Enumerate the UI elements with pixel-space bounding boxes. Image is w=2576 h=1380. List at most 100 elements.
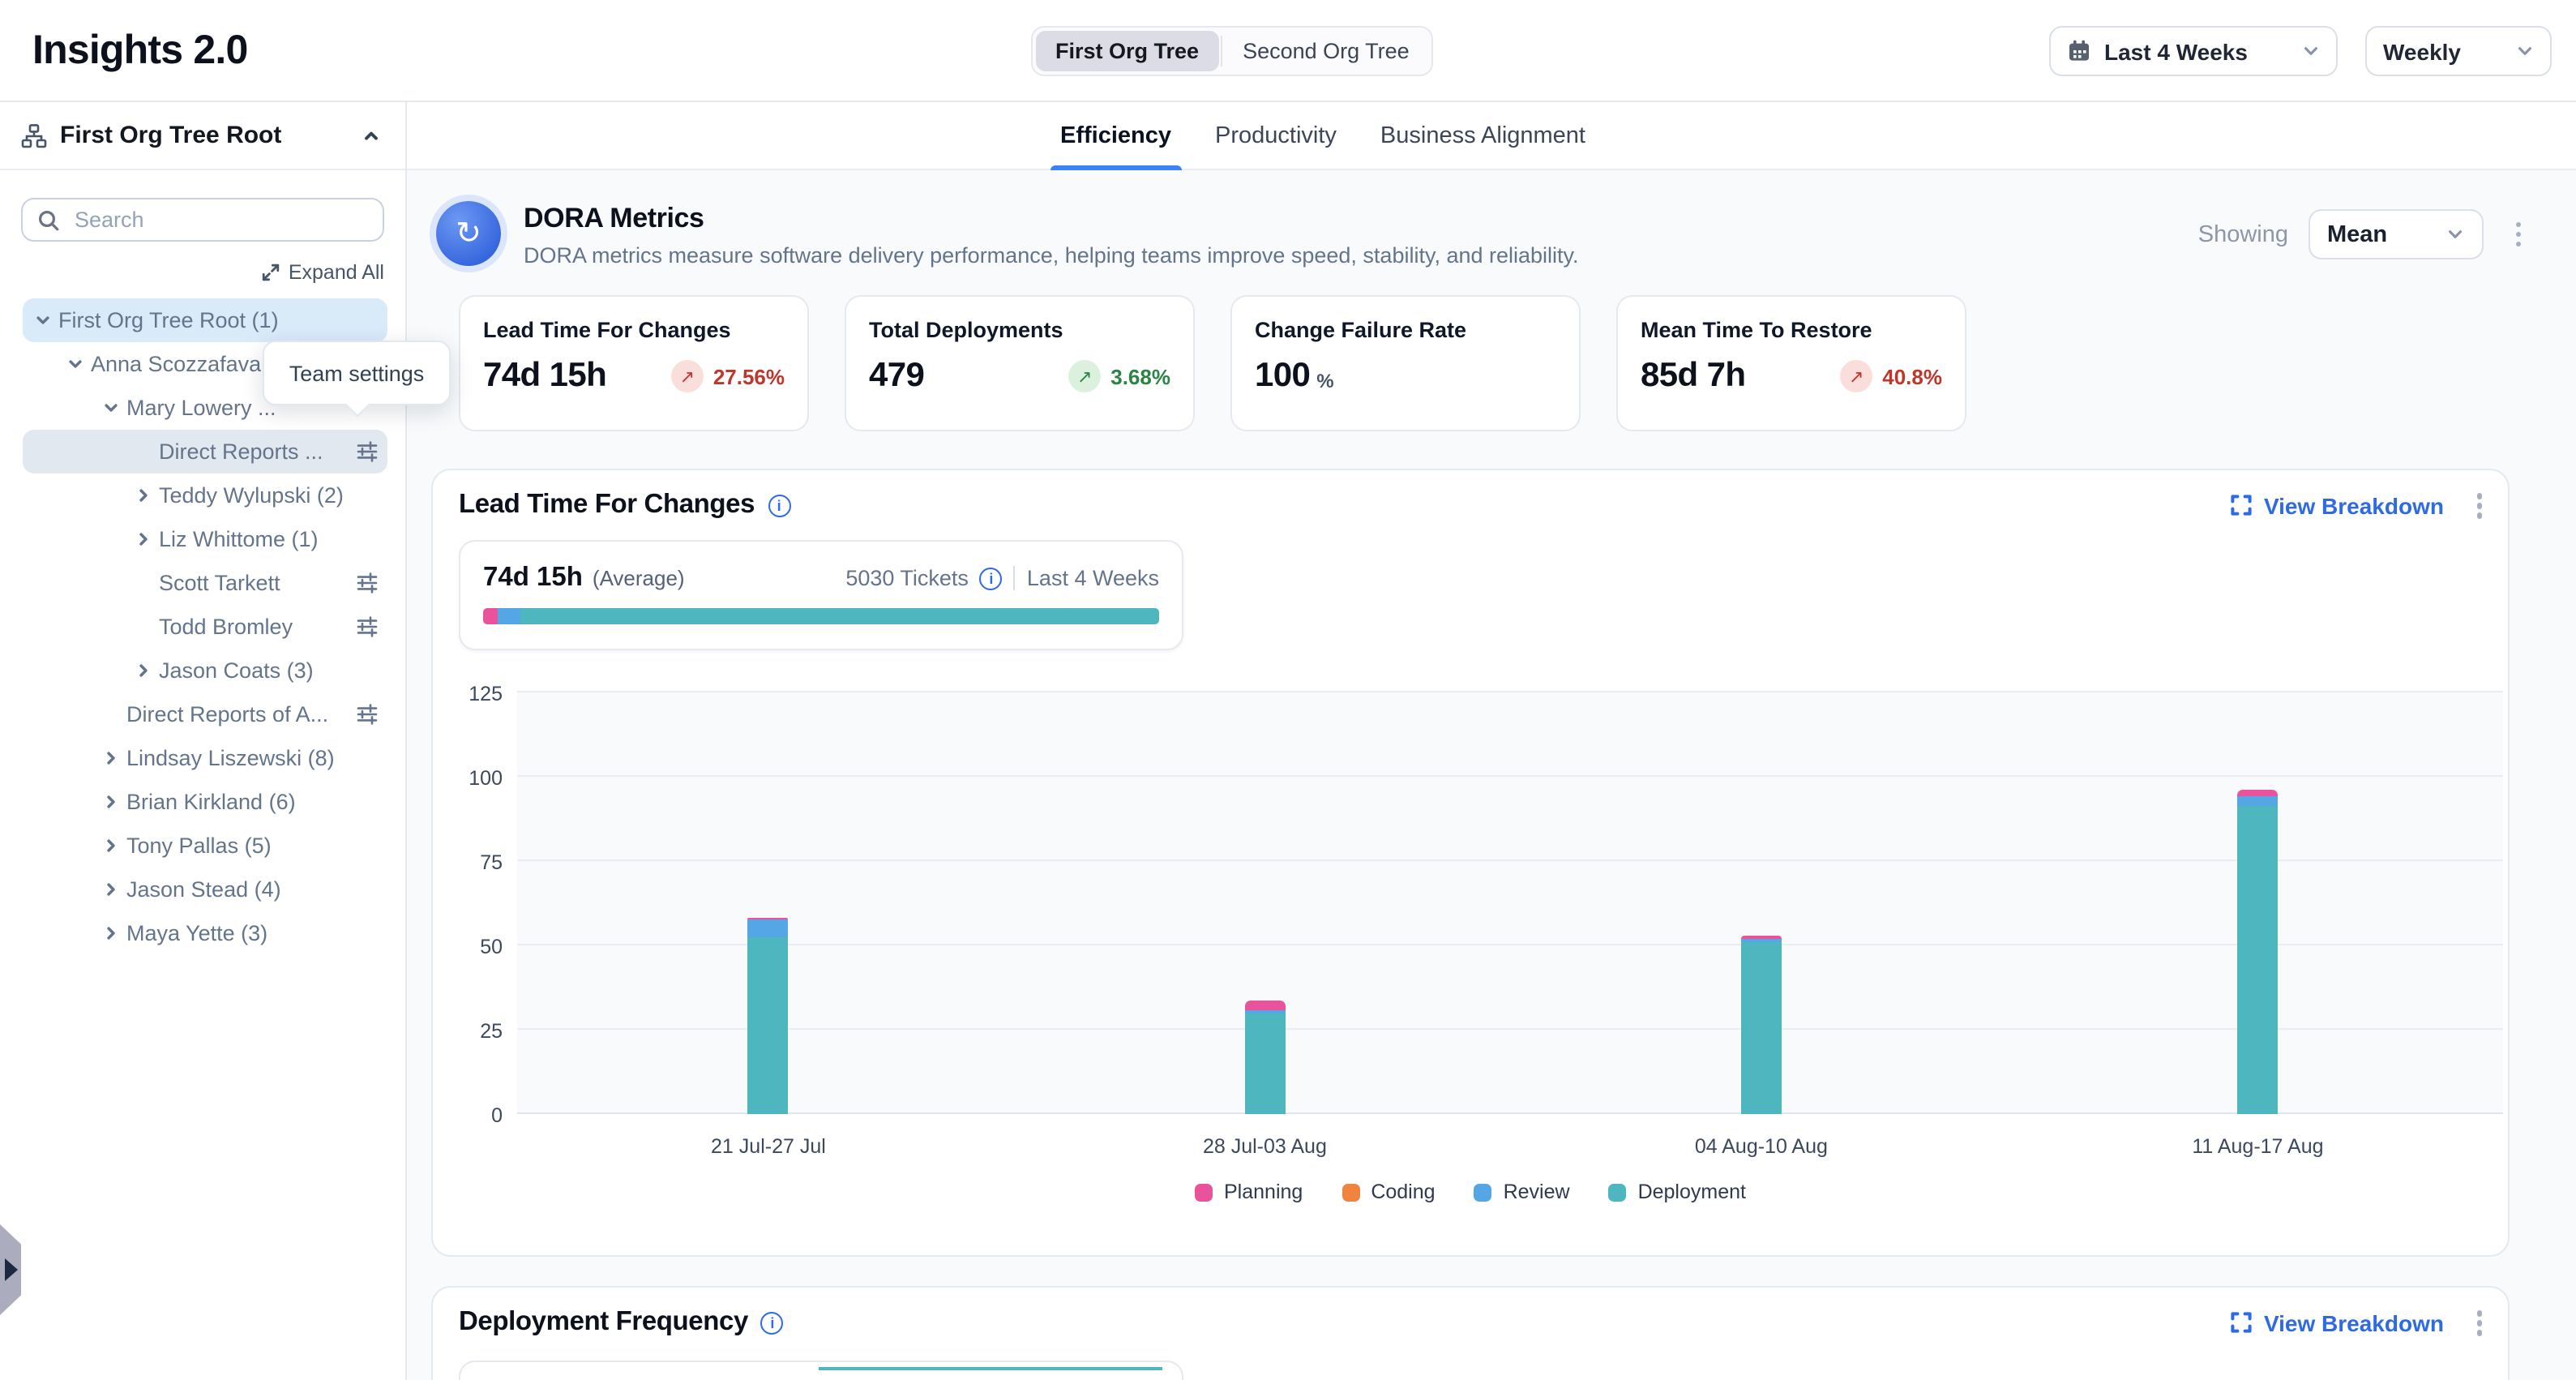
tree-item-scott-tarkett[interactable]: Scott Tarkett	[23, 561, 387, 605]
metric-unit: %	[1316, 369, 1333, 392]
showing-select-value: Mean	[2327, 221, 2387, 247]
tab-efficiency[interactable]: Efficiency	[1060, 102, 1171, 170]
showing-select[interactable]: Mean	[2308, 209, 2483, 259]
chevron-right-icon[interactable]	[94, 837, 126, 855]
legend-item-planning[interactable]: Planning	[1195, 1181, 1303, 1203]
metric-title: Lead Time For Changes	[483, 318, 785, 342]
team-settings-icon[interactable]	[357, 572, 378, 594]
tree-item-liz-whittome-1[interactable]: Liz Whittome (1)	[23, 517, 387, 561]
chevron-right-icon[interactable]	[126, 662, 159, 679]
tabs: Efficiency Productivity Business Alignment	[1060, 102, 1585, 170]
team-settings-icon[interactable]	[357, 616, 378, 637]
team-settings-tooltip: Team settings	[263, 341, 451, 405]
chevron-right-icon[interactable]	[94, 924, 126, 942]
chevron-down-icon[interactable]	[58, 355, 91, 373]
gridline	[517, 944, 2503, 945]
team-settings-icon[interactable]	[357, 441, 378, 462]
granularity-select[interactable]: Weekly	[2365, 26, 2552, 76]
legend-item-review[interactable]: Review	[1474, 1181, 1570, 1203]
bar-28-jul-03-aug[interactable]	[1244, 1000, 1285, 1114]
lead-time-kebab-menu[interactable]	[2470, 486, 2488, 525]
chevron-right-icon[interactable]	[94, 881, 126, 898]
bar-21-jul-27-jul[interactable]	[748, 918, 789, 1114]
metric-value: 479	[869, 357, 924, 396]
bar-04-aug-10-aug[interactable]	[1741, 936, 1782, 1114]
gridline	[517, 1112, 2503, 1114]
tab-productivity[interactable]: Productivity	[1215, 102, 1337, 170]
y-axis-tick: 0	[454, 1104, 503, 1127]
sidebar-collapse-button[interactable]	[358, 122, 384, 148]
tree-item-lindsay-liszewski-8[interactable]: Lindsay Liszewski (8)	[23, 736, 387, 780]
metric-value: 74d 15h	[483, 357, 606, 396]
tree-item-todd-bromley[interactable]: Todd Bromley	[23, 605, 387, 649]
dora-cycle-icon: ↻	[436, 201, 501, 266]
breakdown-corners-icon	[2232, 495, 2253, 516]
expand-all-link[interactable]: Expand All	[261, 261, 384, 284]
chevron-right-icon[interactable]	[94, 749, 126, 767]
tree-item-teddy-wylupski-2[interactable]: Teddy Wylupski (2)	[23, 474, 387, 517]
team-settings-icon[interactable]	[357, 704, 378, 725]
info-icon[interactable]: i	[768, 495, 790, 517]
search-input[interactable]	[71, 206, 368, 234]
org-tree-tab-second[interactable]: Second Org Tree	[1223, 31, 1429, 71]
legend-swatch	[1474, 1183, 1492, 1201]
y-axis-tick: 25	[454, 1020, 503, 1043]
trend-up-icon: ↗	[1840, 360, 1872, 392]
average-label: (Average)	[593, 566, 685, 590]
legend-label: Coding	[1371, 1181, 1435, 1203]
tree-item-tony-pallas-5[interactable]: Tony Pallas (5)	[23, 824, 387, 868]
tree-item-first-org-tree-root-1[interactable]: First Org Tree Root (1)	[23, 298, 387, 342]
bar-segment-review	[2237, 797, 2278, 805]
metric-card-lead-time-for-changes: Lead Time For Changes74d 15h↗27.56%	[459, 295, 809, 431]
main-content: Efficiency Productivity Business Alignment…	[407, 102, 2576, 1380]
chevron-right-icon[interactable]	[126, 530, 159, 548]
period-select[interactable]: Last 4 Weeks	[2049, 26, 2338, 76]
bar-segment-deployment	[1244, 1013, 1285, 1114]
legend-label: Planning	[1224, 1181, 1303, 1203]
tab-business-alignment[interactable]: Business Alignment	[1380, 102, 1585, 170]
x-axis-label: 21 Jul-27 Jul	[711, 1135, 826, 1158]
view-breakdown-label: View Breakdown	[2264, 493, 2444, 519]
chevron-right-icon[interactable]	[94, 793, 126, 811]
tree-item-direct-reports[interactable]: Direct Reports ...	[23, 430, 387, 474]
view-breakdown-link[interactable]: View Breakdown	[2232, 1310, 2444, 1336]
legend-item-deployment[interactable]: Deployment	[1609, 1181, 1746, 1203]
tree-item-jason-stead-4[interactable]: Jason Stead (4)	[23, 868, 387, 911]
tree-item-label: Brian Kirkland (6)	[126, 790, 296, 814]
deployment-frequency-title: Deployment Frequency	[459, 1308, 748, 1339]
deployment-kebab-menu[interactable]	[2470, 1304, 2488, 1342]
sidebar-title: First Org Tree Root	[60, 122, 345, 149]
metric-delta-badge: ↗3.68%	[1068, 360, 1170, 392]
average-summary-card: 74d 15h (Average) 5030 Tickets i Last 4 …	[459, 540, 1183, 650]
app-title: Insights 2.0	[32, 28, 248, 75]
view-breakdown-link[interactable]: View Breakdown	[2232, 493, 2444, 519]
progress-segment-review	[498, 608, 520, 624]
tree-item-label: Maya Yette (3)	[126, 921, 267, 945]
tree-item-jason-coats-3[interactable]: Jason Coats (3)	[23, 649, 387, 692]
period-select-value: Last 4 Weeks	[2104, 38, 2248, 64]
chevron-down-icon[interactable]	[26, 311, 58, 329]
tree-item-brian-kirkland-6[interactable]: Brian Kirkland (6)	[23, 780, 387, 824]
search-box	[21, 198, 384, 242]
tree-item-label: Liz Whittome (1)	[159, 527, 319, 551]
breakdown-corners-icon	[2232, 1313, 2253, 1334]
tree-item-label: Todd Bromley	[159, 615, 293, 639]
org-tree-tab-first[interactable]: First Org Tree	[1036, 31, 1218, 71]
chevron-down-icon[interactable]	[94, 399, 126, 417]
tree-item-maya-yette-3[interactable]: Maya Yette (3)	[23, 911, 387, 955]
dora-subtitle: DORA metrics measure software delivery p…	[524, 243, 1579, 268]
tree-item-label: Anna Scozzafava	[91, 352, 261, 376]
info-icon[interactable]: i	[761, 1312, 784, 1335]
legend-item-coding[interactable]: Coding	[1341, 1181, 1435, 1203]
org-tree-switcher: First Org Tree Second Org Tree	[1031, 26, 1434, 76]
dora-kebab-menu[interactable]	[2509, 216, 2527, 254]
gridline	[517, 1028, 2503, 1030]
bar-segment-planning	[1244, 1000, 1285, 1009]
deployment-frequency-card: Deployment Frequency i View Breakdown	[431, 1286, 2510, 1380]
tickets-info-icon[interactable]: i	[980, 567, 1003, 589]
chevron-right-icon[interactable]	[126, 486, 159, 504]
tree-item-label: Lindsay Liszewski (8)	[126, 746, 335, 770]
bar-11-aug-17-aug[interactable]	[2237, 791, 2278, 1114]
tree-item-direct-reports-of-a[interactable]: Direct Reports of A...	[23, 692, 387, 736]
gridline	[517, 859, 2503, 861]
